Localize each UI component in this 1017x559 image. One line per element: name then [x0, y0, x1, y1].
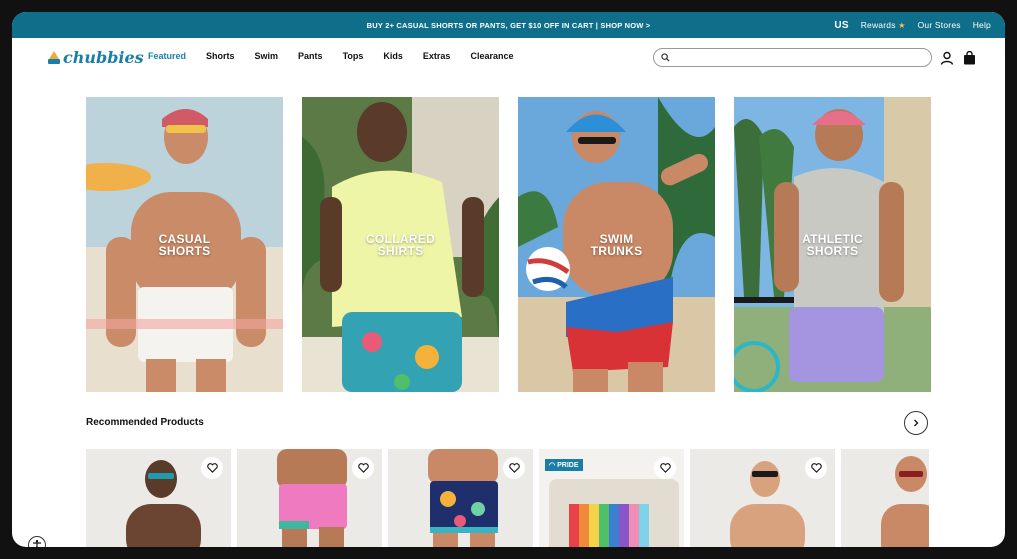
country-selector[interactable]: US	[834, 20, 848, 31]
star-icon: ★	[898, 21, 906, 30]
pride-badge: ◠ PRIDE	[545, 459, 583, 471]
logo-text: chubbies	[63, 48, 144, 67]
chevron-right-icon	[914, 419, 919, 427]
nav-pants[interactable]: Pants	[298, 51, 323, 61]
product-card[interactable]	[690, 449, 835, 547]
search-input[interactable]	[675, 52, 915, 63]
product-image	[881, 456, 929, 547]
account-icon[interactable]	[939, 50, 955, 66]
promo-bar[interactable]: BUY 2+ CASUAL SHORTS OR PANTS, GET $10 O…	[12, 12, 1005, 38]
category-label: COLLARED SHIRTS	[365, 232, 436, 258]
heart-icon	[810, 463, 822, 473]
nav-featured[interactable]: Featured	[148, 51, 186, 61]
nav-shorts[interactable]: Shorts	[206, 51, 235, 61]
search-bar[interactable]	[653, 48, 932, 67]
product-card[interactable]: ◠ PRIDE	[539, 449, 684, 547]
heart-icon	[357, 463, 369, 473]
heart-icon	[206, 463, 218, 473]
nav-extras[interactable]: Extras	[423, 51, 451, 61]
favorite-button[interactable]	[805, 457, 827, 479]
product-carousel: ◠ PRIDE	[86, 449, 929, 547]
browser-page: BUY 2+ CASUAL SHORTS OR PANTS, GET $10 O…	[12, 12, 1005, 547]
main-header: chubbies Featured Shorts Swim Pants Tops…	[12, 38, 1005, 78]
our-stores-link[interactable]: Our Stores	[918, 20, 961, 30]
pride-badge-label: PRIDE	[557, 461, 579, 469]
carousel-next-button[interactable]	[904, 411, 928, 435]
rewards-link[interactable]: Rewards ★	[861, 20, 906, 30]
category-label: CASUAL SHORTS	[158, 232, 211, 258]
nav-kids[interactable]: Kids	[383, 51, 403, 61]
utility-links: US Rewards ★ Our Stores Help	[834, 12, 991, 38]
help-link[interactable]: Help	[973, 20, 991, 30]
heart-icon	[659, 463, 671, 473]
nav-tops[interactable]: Tops	[343, 51, 364, 61]
search-icon	[661, 53, 670, 62]
main-nav: Featured Shorts Swim Pants Tops Kids Ext…	[148, 51, 533, 61]
favorite-button[interactable]	[503, 457, 525, 479]
nav-swim[interactable]: Swim	[255, 51, 279, 61]
promo-text[interactable]: BUY 2+ CASUAL SHORTS OR PANTS, GET $10 O…	[367, 21, 651, 30]
logo-icon	[48, 50, 60, 65]
rewards-label: Rewards	[860, 20, 896, 30]
nav-clearance[interactable]: Clearance	[470, 51, 513, 61]
accessibility-icon	[33, 540, 41, 547]
heart-icon	[508, 463, 520, 473]
category-tile-swim-trunks[interactable]: SWIM TRUNKS	[518, 97, 715, 392]
category-tile-casual-shorts[interactable]: CASUAL SHORTS	[86, 97, 283, 392]
chubbies-logo[interactable]: chubbies	[48, 48, 144, 67]
category-tiles: CASUAL SHORTS COLLARED SHIRTS SWIM TRUNK…	[86, 97, 931, 392]
rainbow-icon: ◠	[549, 462, 556, 469]
product-card[interactable]	[86, 449, 231, 547]
product-card[interactable]	[388, 449, 533, 547]
bag-icon[interactable]	[961, 50, 977, 66]
favorite-button[interactable]	[654, 457, 676, 479]
category-label: SWIM TRUNKS	[590, 232, 643, 258]
product-card[interactable]	[841, 449, 929, 547]
accessibility-button[interactable]	[28, 536, 46, 547]
favorite-button[interactable]	[201, 457, 223, 479]
recommended-title: Recommended Products	[86, 417, 204, 428]
product-card[interactable]	[237, 449, 382, 547]
favorite-button[interactable]	[352, 457, 374, 479]
category-tile-athletic-shorts[interactable]: ATHLETIC SHORTS	[734, 97, 931, 392]
category-label: ATHLETIC SHORTS	[802, 232, 863, 258]
category-tile-collared-shirts[interactable]: COLLARED SHIRTS	[302, 97, 499, 392]
